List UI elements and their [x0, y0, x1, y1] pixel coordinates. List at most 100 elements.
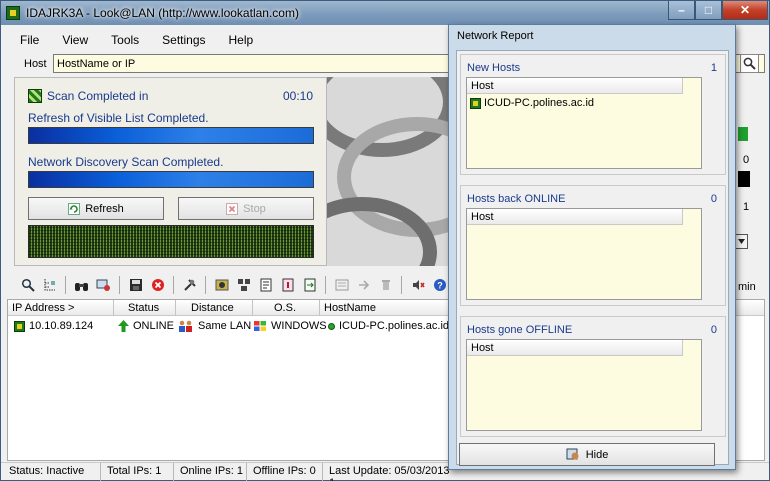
discovery-progress-bar: [28, 171, 314, 188]
list-view-icon[interactable]: [332, 276, 351, 295]
status-offline-ips: Offline IPs: 0: [247, 463, 323, 481]
network-report-dialog: Network Report New Hosts 1 Host ICUD-PC.…: [448, 24, 736, 470]
network-tree-icon[interactable]: [40, 276, 59, 295]
online-dot-icon: [328, 322, 335, 330]
minimize-button[interactable]: –: [668, 1, 695, 20]
toolbar-separator: [205, 276, 206, 294]
cell-status-text: ONLINE: [133, 320, 174, 332]
host-scan-icon[interactable]: [94, 276, 113, 295]
group-title: Hosts back ONLINE: [467, 193, 566, 205]
menu-file[interactable]: File: [2, 30, 45, 50]
cell-distance-text: Same LAN: [198, 320, 252, 332]
discovery-status-text: Network Discovery Scan Completed.: [28, 155, 224, 169]
maximize-button[interactable]: □: [695, 1, 722, 20]
toolbar-separator: [119, 276, 120, 294]
list-item-text: ICUD-PC.polines.ac.id: [484, 97, 595, 109]
right-indicator-black: [738, 171, 750, 187]
sound-icon[interactable]: [408, 276, 427, 295]
arrow-right-icon[interactable]: [354, 276, 373, 295]
right-dropdown-chevron-icon[interactable]: [734, 234, 748, 249]
windows-logo-icon: [254, 321, 266, 331]
hosts-back-online-list[interactable]: Host: [466, 208, 702, 300]
toolbar-separator: [173, 276, 174, 294]
menu-view[interactable]: View: [45, 30, 94, 50]
scan-status-text: Scan Completed in: [47, 89, 149, 103]
host-icon: [470, 97, 481, 109]
binoculars-icon[interactable]: [72, 276, 91, 295]
network-map-icon[interactable]: [234, 276, 253, 295]
report-icon[interactable]: [256, 276, 275, 295]
help-icon[interactable]: ?: [430, 276, 449, 295]
column-status[interactable]: Status: [114, 300, 176, 316]
cell-os-text: WINDOWS: [271, 320, 327, 332]
cell-hostname: ICUD-PC.polines.ac.id: [328, 320, 449, 332]
stop-button[interactable]: Stop: [178, 197, 314, 220]
group-hosts-gone-offline: Hosts gone OFFLINE 0 Host: [460, 316, 726, 437]
group-new-hosts: New Hosts 1 Host ICUD-PC.polines.ac.id: [460, 54, 726, 175]
status-last-update: Last Update: 05/03/2013 1: [329, 465, 450, 481]
close-button[interactable]: ✕: [722, 1, 768, 20]
menu-bar: File View Tools Settings Help: [2, 30, 259, 50]
svg-text:?: ?: [437, 281, 443, 291]
refresh-button[interactable]: Refresh: [28, 197, 164, 220]
status-online-ips: Online IPs: 1: [174, 463, 247, 481]
host-label: Host: [24, 58, 47, 70]
cell-distance: Same LAN: [178, 320, 251, 332]
hide-button-label: Hide: [585, 448, 609, 461]
group-title: Hosts gone OFFLINE: [467, 324, 573, 336]
new-hosts-list[interactable]: Host ICUD-PC.polines.ac.id: [466, 77, 702, 169]
hosts-gone-offline-list[interactable]: Host: [466, 339, 702, 431]
cell-status: ONLINE: [118, 320, 174, 332]
stop-button-label: Stop: [243, 202, 266, 215]
lookatlan-logo-graphic: [327, 77, 451, 266]
search-icon[interactable]: [18, 276, 37, 295]
menu-settings[interactable]: Settings: [145, 30, 211, 50]
cell-hostname-text: ICUD-PC.polines.ac.id: [339, 320, 450, 332]
title-bar[interactable]: IDAJRK3A - Look@LAN (http://www.lookatla…: [1, 1, 769, 25]
snapshot-icon[interactable]: [212, 276, 231, 295]
list-column-host[interactable]: Host: [467, 209, 683, 225]
window-title: IDAJRK3A - Look@LAN (http://www.lookatla…: [26, 6, 299, 20]
refresh-progress-bar: [28, 127, 314, 144]
cell-os: WINDOWS: [253, 320, 327, 332]
right-header-fragment: min: [738, 281, 756, 293]
hide-icon: [566, 448, 579, 460]
right-indicator-green: [738, 127, 748, 141]
group-hosts-back-online: Hosts back ONLINE 0 Host: [460, 185, 726, 306]
menu-help[interactable]: Help: [212, 30, 260, 50]
right-count-a: 0: [743, 154, 750, 166]
scan-elapsed-time: 00:10: [283, 89, 314, 103]
trash-icon[interactable]: [376, 276, 395, 295]
column-hostname[interactable]: HostName: [320, 300, 450, 316]
right-count-b: 1: [743, 201, 750, 213]
group-title: New Hosts: [467, 62, 521, 74]
list-item[interactable]: ICUD-PC.polines.ac.id: [470, 97, 594, 109]
list-column-host[interactable]: Host: [467, 78, 683, 94]
refresh-icon: [68, 202, 81, 215]
zoom-icon[interactable]: [740, 54, 759, 73]
cell-ip: 10.10.89.124: [14, 320, 93, 332]
delete-icon[interactable]: [148, 276, 167, 295]
export-icon[interactable]: [300, 276, 319, 295]
tools-icon[interactable]: [180, 276, 199, 295]
column-distance[interactable]: Distance: [176, 300, 253, 316]
column-os[interactable]: O.S.: [253, 300, 320, 316]
toolbar-separator: [325, 276, 326, 294]
refresh-status-text: Refresh of Visible List Completed.: [28, 111, 209, 125]
status-total-ips: Total IPs: 1: [101, 463, 174, 481]
toolbar-separator: [65, 276, 66, 294]
menu-tools[interactable]: Tools: [94, 30, 145, 50]
cell-ip-text: 10.10.89.124: [29, 320, 94, 332]
caption-buttons: – □ ✕: [668, 1, 768, 20]
refresh-button-label: Refresh: [85, 202, 124, 215]
toolbar-separator: [401, 276, 402, 294]
hide-button[interactable]: Hide: [459, 443, 715, 466]
group-count: 0: [710, 193, 717, 205]
column-ip-address[interactable]: IP Address >: [8, 300, 114, 316]
stop-icon: [226, 202, 239, 215]
network-report-title: Network Report: [457, 30, 534, 42]
list-column-host[interactable]: Host: [467, 340, 683, 356]
scan-complete-icon: [28, 89, 42, 103]
info-icon[interactable]: [278, 276, 297, 295]
save-icon[interactable]: [126, 276, 145, 295]
